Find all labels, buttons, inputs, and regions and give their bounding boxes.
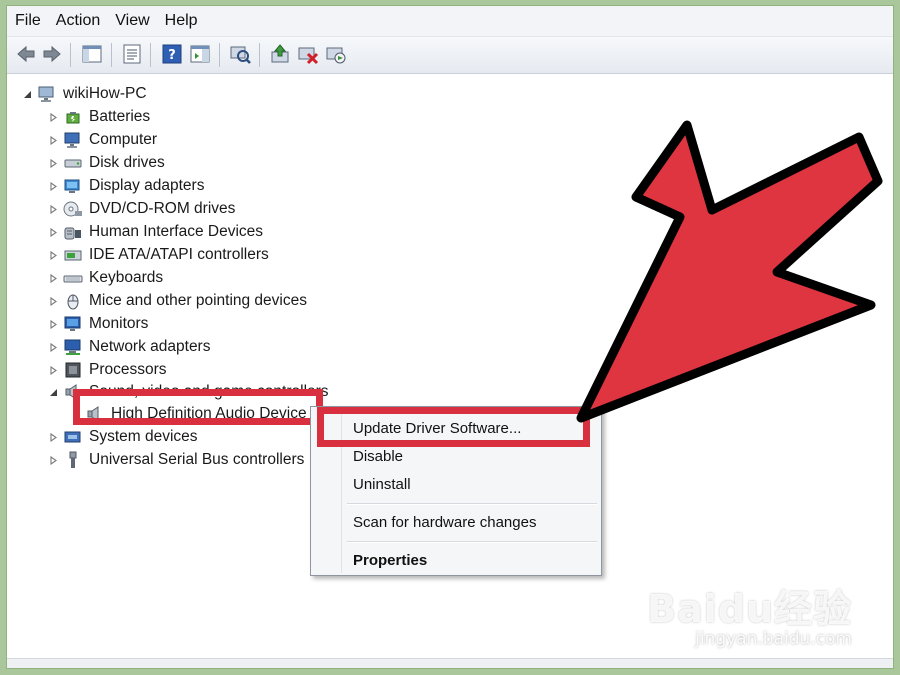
tree-category-label: Monitors: [89, 315, 149, 332]
back-icon[interactable]: [15, 43, 37, 65]
display-adapter-icon: [63, 177, 83, 195]
tree-category-label: Computer: [89, 131, 158, 148]
context-separator: [347, 541, 597, 543]
keyboard-icon: [63, 269, 83, 287]
tree-category-label: Mice and other pointing devices: [89, 292, 307, 309]
svg-text:?: ?: [168, 48, 176, 63]
expand-arrow-icon[interactable]: [47, 295, 59, 307]
expand-arrow-icon[interactable]: [47, 180, 59, 192]
mouse-icon: [63, 292, 83, 310]
tree-category[interactable]: Batteries: [47, 106, 150, 128]
processor-icon: [63, 361, 83, 379]
expand-arrow-icon[interactable]: [47, 364, 59, 376]
tree-category-label: Batteries: [89, 108, 151, 125]
menu-view[interactable]: View: [107, 6, 156, 36]
update-driver-highlight-box: [317, 407, 590, 447]
forward-icon[interactable]: [41, 43, 63, 65]
usb-controller-icon: [63, 451, 83, 469]
computer-icon: [63, 131, 83, 149]
tree-category[interactable]: Display adapters: [47, 175, 204, 197]
tree-category-label: Network adapters: [89, 338, 211, 355]
menu-action[interactable]: Action: [48, 6, 107, 36]
tree-category[interactable]: Keyboards: [47, 267, 163, 289]
expand-arrow-icon[interactable]: [47, 157, 59, 169]
update-driver-icon[interactable]: [269, 43, 291, 65]
tree-category-label: Human Interface Devices: [89, 223, 264, 240]
tree-category[interactable]: IDE ATA/ATAPI controllers: [47, 244, 269, 266]
expand-arrow-icon[interactable]: [47, 272, 59, 284]
enable-device-icon[interactable]: [325, 43, 347, 65]
expand-arrow-icon[interactable]: [47, 249, 59, 261]
tree-category[interactable]: Computer: [47, 129, 157, 151]
expand-arrow-icon[interactable]: [47, 111, 59, 123]
toolbar-separator: [111, 43, 112, 67]
menu-help[interactable]: Help: [157, 6, 205, 36]
expand-arrow-icon[interactable]: [47, 341, 59, 353]
tree-category[interactable]: Disk drives: [47, 152, 165, 174]
tree-root[interactable]: wikiHow-PC: [21, 83, 147, 105]
toolbar-separator: [219, 43, 220, 67]
toolbar-separator: [259, 43, 260, 67]
tree-category[interactable]: DVD/CD-ROM drives: [47, 198, 235, 220]
tree-category[interactable]: Network adapters: [47, 336, 210, 358]
tree-root-label: wikiHow-PC: [63, 85, 147, 102]
expand-arrow-icon[interactable]: [47, 454, 59, 466]
tree-category-label: DVD/CD-ROM drives: [89, 200, 236, 217]
help-icon[interactable]: ?: [161, 43, 183, 65]
context-properties[interactable]: Properties: [353, 552, 427, 569]
computer-icon: [37, 85, 57, 103]
expand-arrow-icon[interactable]: [47, 134, 59, 146]
context-scan-hardware[interactable]: Scan for hardware changes: [353, 514, 536, 531]
context-separator: [347, 503, 597, 505]
horizontal-scrollbar[interactable]: [7, 658, 893, 668]
selected-device-highlight-box: [73, 389, 323, 425]
device-manager-window: File Action View Help ? wikiHow-PC Batte…: [7, 6, 893, 668]
context-disable[interactable]: Disable: [353, 448, 403, 465]
system-device-icon: [63, 428, 83, 446]
scan-hardware-icon[interactable]: [229, 43, 251, 65]
action-pane-icon[interactable]: [189, 43, 211, 65]
tree-category-label: Processors: [89, 361, 167, 378]
expand-arrow-icon[interactable]: [47, 226, 59, 238]
expand-arrow-icon[interactable]: [47, 203, 59, 215]
tree-category-label: System devices: [89, 428, 198, 445]
tree-category[interactable]: Human Interface Devices: [47, 221, 263, 243]
tree-category-label: Keyboards: [89, 269, 164, 286]
tree-category[interactable]: Universal Serial Bus controllers: [47, 449, 304, 471]
tree-category[interactable]: Mice and other pointing devices: [47, 290, 307, 312]
menu-bar: File Action View Help: [7, 6, 893, 37]
expand-arrow-icon[interactable]: [47, 318, 59, 330]
tree-category[interactable]: Monitors: [47, 313, 148, 335]
menu-file[interactable]: File: [7, 6, 48, 36]
toolbar-separator: [70, 43, 71, 67]
network-adapter-icon: [63, 338, 83, 356]
show-hide-console-tree-icon[interactable]: [81, 43, 103, 65]
disk-drive-icon: [63, 154, 83, 172]
tree-category[interactable]: Processors: [47, 359, 167, 381]
collapse-arrow-icon[interactable]: [47, 386, 59, 398]
collapse-arrow-icon[interactable]: [21, 88, 33, 100]
uninstall-icon[interactable]: [297, 43, 319, 65]
dvd-drive-icon: [63, 200, 83, 218]
human-interface-device-icon: [63, 223, 83, 241]
monitor-icon: [63, 315, 83, 333]
ide-controller-icon: [63, 246, 83, 264]
context-uninstall[interactable]: Uninstall: [353, 476, 411, 493]
properties-icon[interactable]: [121, 43, 143, 65]
tree-category-label: Display adapters: [89, 177, 205, 194]
tree-category-label: Disk drives: [89, 154, 165, 171]
expand-arrow-icon[interactable]: [47, 431, 59, 443]
battery-icon: [63, 108, 83, 126]
toolbar: ?: [7, 37, 893, 74]
tree-category-label: IDE ATA/ATAPI controllers: [89, 246, 269, 263]
tree-category-label: Universal Serial Bus controllers: [89, 451, 305, 468]
toolbar-separator: [150, 43, 151, 67]
tree-category[interactable]: System devices: [47, 426, 198, 448]
